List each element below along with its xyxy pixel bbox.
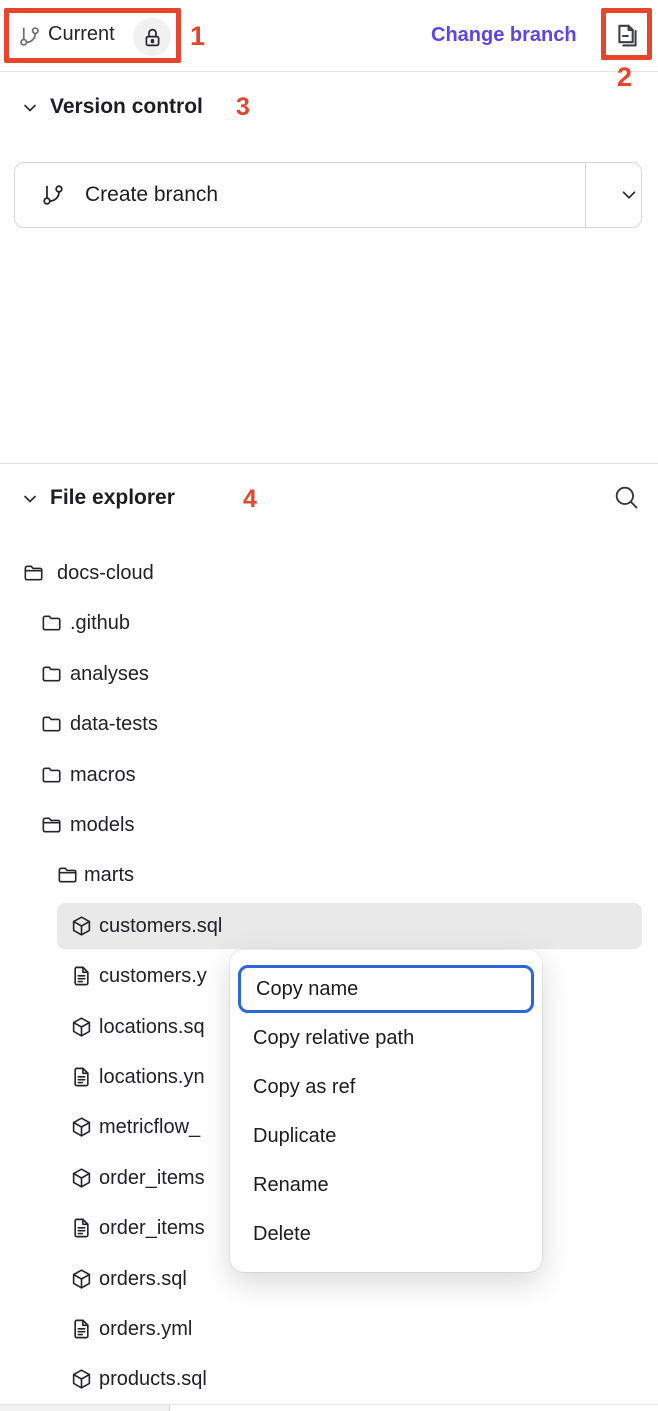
file-tree-item[interactable]: customers.sql (0, 903, 658, 949)
file-tree-item-label: orders.sql (99, 1256, 187, 1302)
copy-files-icon (611, 20, 642, 51)
model-icon (70, 1116, 93, 1139)
model-icon (70, 914, 93, 937)
file-tree-item[interactable]: products.sql (0, 1356, 658, 1402)
folder-icon (40, 612, 63, 635)
model-icon (70, 1267, 93, 1290)
branch-readonly-badge (133, 18, 171, 56)
version-control-title[interactable]: Version control (50, 95, 203, 119)
folder-open-icon (40, 814, 63, 837)
doc-icon (70, 1066, 93, 1089)
create-branch-label: Create branch (85, 183, 218, 207)
file-tree-item[interactable]: models (0, 802, 658, 848)
file-tree-item[interactable]: .github (0, 600, 658, 646)
doc-icon (70, 1217, 93, 1240)
model-icon (70, 1015, 93, 1038)
context-menu-item-copy-name[interactable]: Copy name (238, 965, 534, 1013)
context-menu-item-rename[interactable]: Rename (230, 1161, 542, 1209)
create-branch-dropdown-toggle[interactable] (601, 163, 657, 227)
file-tree-item-label: products.sql (99, 1356, 207, 1402)
file-tree-item-label: .github (70, 600, 130, 646)
lock-icon (142, 27, 163, 48)
folder-open-icon (22, 562, 45, 585)
context-menu-item-duplicate[interactable]: Duplicate (230, 1112, 542, 1160)
duplicate-files-button[interactable] (606, 15, 646, 55)
bottom-edge (0, 1404, 658, 1410)
git-branch-icon (41, 183, 65, 207)
annotation-number-3: 3 (236, 93, 250, 122)
file-tree-item[interactable]: data-tests (0, 701, 658, 747)
folder-open-icon (56, 864, 79, 887)
file-tree-item-label: metricflow_ (99, 1104, 200, 1150)
chevron-down-icon[interactable] (20, 489, 40, 509)
file-tree-item-label: orders.yml (99, 1306, 192, 1352)
git-branch-icon (18, 25, 41, 48)
sidebar-top-bar: Current Change branch (0, 0, 658, 72)
search-icon[interactable] (612, 483, 640, 511)
current-branch-label[interactable]: Current (48, 23, 115, 46)
context-menu-item-copy-as-ref[interactable]: Copy as ref (230, 1063, 542, 1111)
file-tree-item-label: order_items (99, 1155, 205, 1201)
file-tree-item-label: locations.sq (99, 1004, 205, 1050)
file-tree-item-label: order_items (99, 1205, 205, 1251)
file-tree-item-label: macros (70, 752, 136, 798)
annotation-number-4: 4 (243, 485, 257, 514)
file-tree-item-label: docs-cloud (57, 550, 154, 596)
section-divider (0, 463, 658, 464)
change-branch-link[interactable]: Change branch (431, 24, 577, 47)
file-tree-item-label: data-tests (70, 701, 158, 747)
context-menu-item-delete[interactable]: Delete (230, 1210, 542, 1258)
model-icon (70, 1166, 93, 1189)
context-menu-item-copy-relative-path[interactable]: Copy relative path (230, 1014, 542, 1062)
file-tree-item-label: customers.sql (99, 903, 222, 949)
folder-icon (40, 662, 63, 685)
model-icon (70, 1368, 93, 1391)
folder-icon (40, 713, 63, 736)
file-explorer-title[interactable]: File explorer (50, 486, 175, 510)
chevron-down-icon[interactable] (20, 98, 40, 118)
file-tree-item[interactable]: orders.yml (0, 1306, 658, 1352)
file-tree-item[interactable]: docs-cloud (0, 550, 658, 596)
file-tree-item-label: analyses (70, 651, 149, 697)
create-branch-button[interactable]: Create branch (14, 162, 642, 228)
file-tree-item[interactable]: analyses (0, 651, 658, 697)
file-tree-item-label: models (70, 802, 134, 848)
file-tree-item-label: customers.y (99, 953, 207, 999)
bottom-edge-segment (0, 1405, 170, 1411)
file-tree-item-label: marts (84, 852, 134, 898)
doc-icon (70, 1318, 93, 1341)
file-tree-item[interactable]: macros (0, 752, 658, 798)
file-tree-item[interactable]: marts (0, 852, 658, 898)
split-button-divider (585, 163, 586, 227)
file-tree-item-label: locations.yn (99, 1054, 205, 1100)
context-menu: Copy nameCopy relative pathCopy as refDu… (230, 950, 542, 1272)
folder-icon (40, 763, 63, 786)
doc-icon (70, 965, 93, 988)
chevron-down-icon (618, 184, 640, 206)
